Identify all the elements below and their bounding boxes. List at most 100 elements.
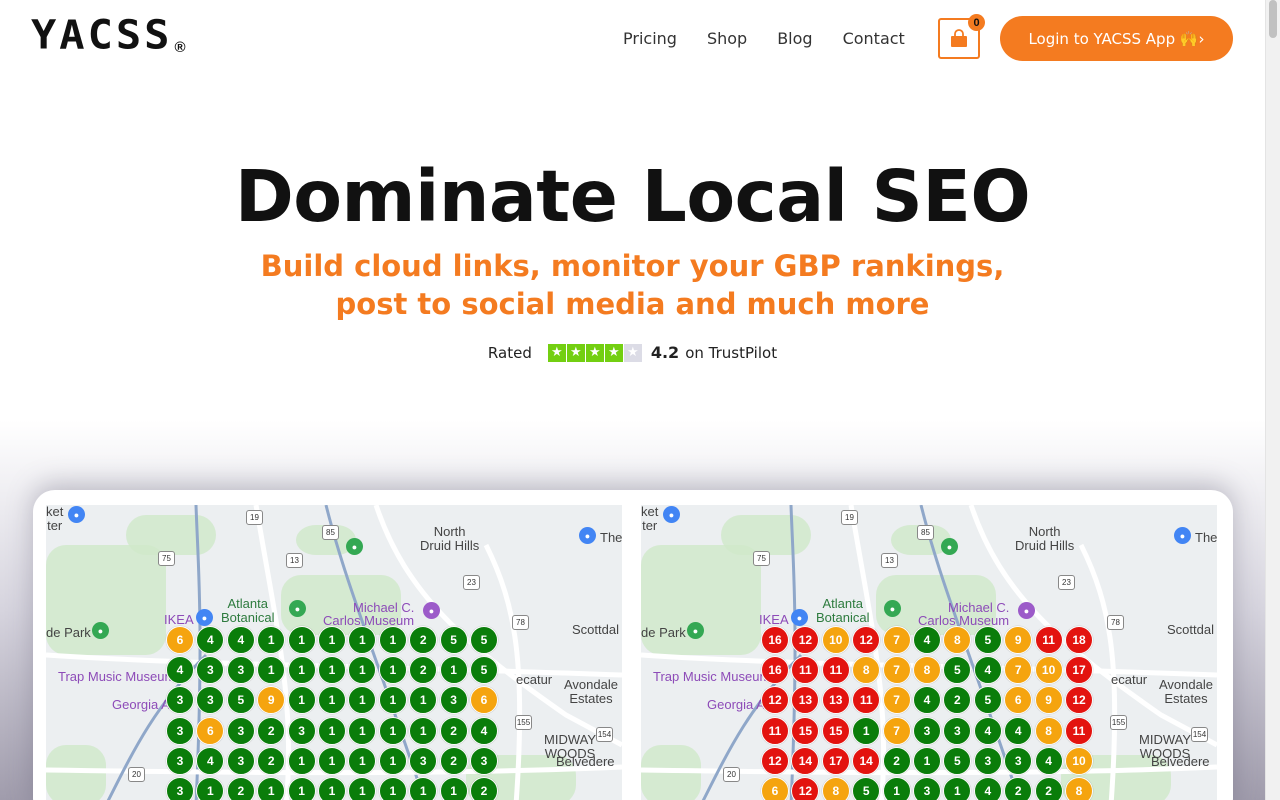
scrollbar-thumb[interactable] bbox=[1269, 0, 1277, 38]
rank-marker[interactable]: 1 bbox=[287, 656, 316, 685]
rank-marker[interactable]: 4 bbox=[973, 656, 1002, 685]
rank-marker[interactable]: 2 bbox=[257, 716, 286, 745]
rank-marker[interactable]: 3 bbox=[166, 716, 194, 745]
rank-marker[interactable]: 5 bbox=[226, 686, 255, 715]
rank-marker[interactable]: 2 bbox=[226, 777, 255, 800]
rank-marker[interactable]: 1 bbox=[348, 716, 377, 745]
rank-marker[interactable]: 14 bbox=[852, 746, 881, 775]
rank-marker[interactable]: 1 bbox=[318, 716, 346, 745]
rank-marker[interactable]: 5 bbox=[439, 626, 468, 654]
rank-marker[interactable]: 12 bbox=[761, 746, 789, 775]
rank-marker[interactable]: 1 bbox=[287, 746, 316, 775]
rank-marker[interactable]: 4 bbox=[1004, 716, 1033, 745]
map-left[interactable]: North Druid Hills Atlanta Botanical Michae… bbox=[46, 505, 622, 800]
rank-marker[interactable]: 10 bbox=[1065, 746, 1093, 775]
rank-marker[interactable]: 10 bbox=[821, 626, 850, 654]
rank-marker[interactable]: 4 bbox=[913, 626, 941, 654]
rank-marker[interactable]: 4 bbox=[1034, 746, 1063, 775]
map-right[interactable]: North Druid Hills Atlanta Botanical Michae… bbox=[641, 505, 1217, 800]
rank-marker[interactable]: 1 bbox=[378, 686, 407, 715]
rank-marker[interactable]: 4 bbox=[470, 716, 498, 745]
logo[interactable]: YACSS ® bbox=[31, 14, 186, 56]
rank-marker[interactable]: 5 bbox=[470, 626, 498, 654]
rank-marker[interactable]: 1 bbox=[882, 777, 911, 800]
rank-marker[interactable]: 3 bbox=[439, 686, 468, 715]
rank-marker[interactable]: 3 bbox=[166, 777, 194, 800]
rank-marker[interactable]: 1 bbox=[287, 777, 316, 800]
rank-marker[interactable]: 3 bbox=[409, 746, 438, 775]
rank-marker[interactable]: 12 bbox=[852, 626, 881, 654]
rank-marker[interactable]: 9 bbox=[1004, 626, 1033, 654]
rank-marker[interactable]: 3 bbox=[470, 746, 498, 775]
rank-marker[interactable]: 1 bbox=[378, 777, 407, 800]
rank-marker[interactable]: 2 bbox=[470, 777, 498, 800]
rank-marker[interactable]: 3 bbox=[913, 777, 941, 800]
rank-marker[interactable]: 1 bbox=[913, 746, 941, 775]
rank-marker[interactable]: 3 bbox=[943, 716, 972, 745]
rank-marker[interactable]: 1 bbox=[439, 777, 468, 800]
rank-marker[interactable]: 1 bbox=[378, 716, 407, 745]
rank-marker[interactable]: 2 bbox=[1004, 777, 1033, 800]
trustpilot-rating[interactable]: Rated ★ ★ ★ ★ ★ 4.2 on TrustPilot bbox=[0, 343, 1265, 362]
rank-marker[interactable]: 13 bbox=[821, 686, 850, 715]
rank-marker[interactable]: 1 bbox=[378, 626, 407, 654]
rank-marker[interactable]: 3 bbox=[1004, 746, 1033, 775]
rank-marker[interactable]: 14 bbox=[791, 746, 820, 775]
rank-marker[interactable]: 7 bbox=[882, 656, 911, 685]
rank-marker[interactable]: 3 bbox=[287, 716, 316, 745]
rank-marker[interactable]: 2 bbox=[1034, 777, 1063, 800]
login-button[interactable]: Login to YACSS App 🙌› bbox=[1000, 16, 1233, 61]
rank-marker[interactable]: 2 bbox=[439, 716, 468, 745]
rank-marker[interactable]: 4 bbox=[973, 777, 1002, 800]
rank-marker[interactable]: 3 bbox=[226, 656, 255, 685]
scrollbar[interactable] bbox=[1265, 0, 1280, 800]
rank-marker[interactable]: 5 bbox=[852, 777, 881, 800]
rank-marker[interactable]: 2 bbox=[409, 626, 438, 654]
rank-marker[interactable]: 8 bbox=[1034, 716, 1063, 745]
rank-marker[interactable]: 1 bbox=[348, 746, 377, 775]
rank-marker[interactable]: 1 bbox=[943, 777, 972, 800]
nav-blog[interactable]: Blog bbox=[762, 28, 827, 50]
rank-marker[interactable]: 3 bbox=[226, 716, 255, 745]
rank-marker[interactable]: 6 bbox=[761, 777, 789, 800]
rank-marker[interactable]: 1 bbox=[348, 777, 377, 800]
rank-marker[interactable]: 12 bbox=[791, 777, 820, 800]
rank-marker[interactable]: 1 bbox=[318, 626, 346, 654]
rank-marker[interactable]: 17 bbox=[1065, 656, 1093, 685]
rank-marker[interactable]: 3 bbox=[226, 746, 255, 775]
rank-marker[interactable]: 1 bbox=[318, 746, 346, 775]
rank-marker[interactable]: 8 bbox=[821, 777, 850, 800]
rank-marker[interactable]: 15 bbox=[821, 716, 850, 745]
nav-contact[interactable]: Contact bbox=[828, 28, 920, 50]
rank-marker[interactable]: 8 bbox=[913, 656, 941, 685]
rank-marker[interactable]: 3 bbox=[973, 746, 1002, 775]
rank-marker[interactable]: 4 bbox=[166, 656, 194, 685]
rank-marker[interactable]: 6 bbox=[196, 716, 225, 745]
rank-marker[interactable]: 1 bbox=[196, 777, 225, 800]
rank-marker[interactable]: 5 bbox=[943, 746, 972, 775]
rank-marker[interactable]: 3 bbox=[166, 746, 194, 775]
rank-marker[interactable]: 5 bbox=[973, 686, 1002, 715]
rank-marker[interactable]: 1 bbox=[378, 746, 407, 775]
rank-marker[interactable]: 15 bbox=[791, 716, 820, 745]
nav-shop[interactable]: Shop bbox=[692, 28, 762, 50]
rank-marker[interactable]: 1 bbox=[287, 686, 316, 715]
rank-marker[interactable]: 11 bbox=[1034, 626, 1063, 654]
rank-marker[interactable]: 7 bbox=[882, 716, 911, 745]
rank-marker[interactable]: 2 bbox=[439, 746, 468, 775]
rank-marker[interactable]: 9 bbox=[1034, 686, 1063, 715]
rank-marker[interactable]: 1 bbox=[287, 626, 316, 654]
rank-marker[interactable]: 1 bbox=[409, 777, 438, 800]
rank-marker[interactable]: 8 bbox=[1065, 777, 1093, 800]
rank-marker[interactable]: 4 bbox=[973, 716, 1002, 745]
cart-button[interactable]: 0 bbox=[938, 14, 985, 59]
rank-marker[interactable]: 11 bbox=[821, 656, 850, 685]
rank-marker[interactable]: 18 bbox=[1065, 626, 1093, 654]
rank-marker[interactable]: 7 bbox=[882, 626, 911, 654]
rank-marker[interactable]: 7 bbox=[882, 686, 911, 715]
rank-marker[interactable]: 3 bbox=[913, 716, 941, 745]
rank-marker[interactable]: 1 bbox=[318, 656, 346, 685]
rank-marker[interactable]: 16 bbox=[761, 656, 789, 685]
rank-marker[interactable]: 2 bbox=[882, 746, 911, 775]
rank-marker[interactable]: 1 bbox=[257, 626, 286, 654]
